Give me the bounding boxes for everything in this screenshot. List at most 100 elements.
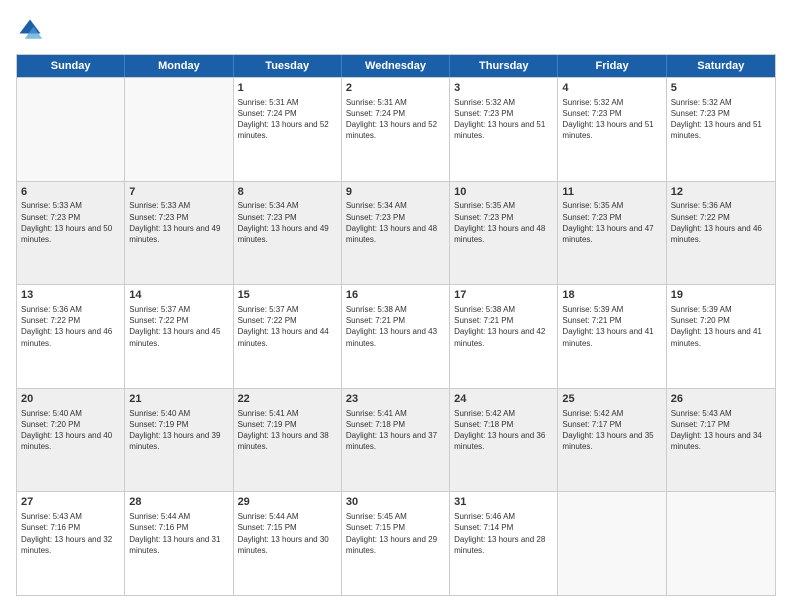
cell-content: Sunrise: 5:38 AM Sunset: 7:21 PM Dayligh… bbox=[454, 304, 553, 349]
calendar-cell-day-4: 4Sunrise: 5:32 AM Sunset: 7:23 PM Daylig… bbox=[558, 78, 666, 181]
cell-content: Sunrise: 5:36 AM Sunset: 7:22 PM Dayligh… bbox=[671, 200, 771, 245]
calendar-cell-day-21: 21Sunrise: 5:40 AM Sunset: 7:19 PM Dayli… bbox=[125, 389, 233, 492]
calendar-cell-day-30: 30Sunrise: 5:45 AM Sunset: 7:15 PM Dayli… bbox=[342, 492, 450, 595]
calendar-cell-day-31: 31Sunrise: 5:46 AM Sunset: 7:14 PM Dayli… bbox=[450, 492, 558, 595]
calendar-row-3: 20Sunrise: 5:40 AM Sunset: 7:20 PM Dayli… bbox=[17, 388, 775, 492]
calendar-cell-day-23: 23Sunrise: 5:41 AM Sunset: 7:18 PM Dayli… bbox=[342, 389, 450, 492]
day-number: 4 bbox=[562, 81, 661, 96]
cell-content: Sunrise: 5:31 AM Sunset: 7:24 PM Dayligh… bbox=[238, 97, 337, 142]
header-day-wednesday: Wednesday bbox=[342, 55, 450, 77]
logo-icon bbox=[16, 16, 44, 44]
calendar-cell-day-7: 7Sunrise: 5:33 AM Sunset: 7:23 PM Daylig… bbox=[125, 182, 233, 285]
calendar-cell-day-20: 20Sunrise: 5:40 AM Sunset: 7:20 PM Dayli… bbox=[17, 389, 125, 492]
calendar-cell-day-26: 26Sunrise: 5:43 AM Sunset: 7:17 PM Dayli… bbox=[667, 389, 775, 492]
calendar-cell-day-27: 27Sunrise: 5:43 AM Sunset: 7:16 PM Dayli… bbox=[17, 492, 125, 595]
calendar-cell-day-10: 10Sunrise: 5:35 AM Sunset: 7:23 PM Dayli… bbox=[450, 182, 558, 285]
day-number: 28 bbox=[129, 495, 228, 510]
calendar-cell-day-1: 1Sunrise: 5:31 AM Sunset: 7:24 PM Daylig… bbox=[234, 78, 342, 181]
cell-content: Sunrise: 5:46 AM Sunset: 7:14 PM Dayligh… bbox=[454, 511, 553, 556]
day-number: 15 bbox=[238, 288, 337, 303]
calendar-cell-day-28: 28Sunrise: 5:44 AM Sunset: 7:16 PM Dayli… bbox=[125, 492, 233, 595]
cell-content: Sunrise: 5:39 AM Sunset: 7:20 PM Dayligh… bbox=[671, 304, 771, 349]
cell-content: Sunrise: 5:41 AM Sunset: 7:18 PM Dayligh… bbox=[346, 408, 445, 453]
cell-content: Sunrise: 5:43 AM Sunset: 7:17 PM Dayligh… bbox=[671, 408, 771, 453]
day-number: 11 bbox=[562, 185, 661, 200]
cell-content: Sunrise: 5:32 AM Sunset: 7:23 PM Dayligh… bbox=[454, 97, 553, 142]
day-number: 19 bbox=[671, 288, 771, 303]
cell-content: Sunrise: 5:31 AM Sunset: 7:24 PM Dayligh… bbox=[346, 97, 445, 142]
calendar-cell-day-19: 19Sunrise: 5:39 AM Sunset: 7:20 PM Dayli… bbox=[667, 285, 775, 388]
calendar-cell-day-12: 12Sunrise: 5:36 AM Sunset: 7:22 PM Dayli… bbox=[667, 182, 775, 285]
cell-content: Sunrise: 5:33 AM Sunset: 7:23 PM Dayligh… bbox=[21, 200, 120, 245]
calendar-cell-day-29: 29Sunrise: 5:44 AM Sunset: 7:15 PM Dayli… bbox=[234, 492, 342, 595]
day-number: 24 bbox=[454, 392, 553, 407]
cell-content: Sunrise: 5:32 AM Sunset: 7:23 PM Dayligh… bbox=[562, 97, 661, 142]
cell-content: Sunrise: 5:42 AM Sunset: 7:18 PM Dayligh… bbox=[454, 408, 553, 453]
cell-content: Sunrise: 5:36 AM Sunset: 7:22 PM Dayligh… bbox=[21, 304, 120, 349]
calendar-cell-day-3: 3Sunrise: 5:32 AM Sunset: 7:23 PM Daylig… bbox=[450, 78, 558, 181]
cell-content: Sunrise: 5:37 AM Sunset: 7:22 PM Dayligh… bbox=[238, 304, 337, 349]
day-number: 22 bbox=[238, 392, 337, 407]
day-number: 21 bbox=[129, 392, 228, 407]
cell-content: Sunrise: 5:37 AM Sunset: 7:22 PM Dayligh… bbox=[129, 304, 228, 349]
day-number: 18 bbox=[562, 288, 661, 303]
calendar-body: 1Sunrise: 5:31 AM Sunset: 7:24 PM Daylig… bbox=[17, 77, 775, 595]
cell-content: Sunrise: 5:35 AM Sunset: 7:23 PM Dayligh… bbox=[454, 200, 553, 245]
day-number: 6 bbox=[21, 185, 120, 200]
header-day-saturday: Saturday bbox=[667, 55, 775, 77]
cell-content: Sunrise: 5:32 AM Sunset: 7:23 PM Dayligh… bbox=[671, 97, 771, 142]
day-number: 2 bbox=[346, 81, 445, 96]
day-number: 17 bbox=[454, 288, 553, 303]
day-number: 1 bbox=[238, 81, 337, 96]
calendar-cell-empty-4-5 bbox=[558, 492, 666, 595]
day-number: 16 bbox=[346, 288, 445, 303]
header-day-sunday: Sunday bbox=[17, 55, 125, 77]
cell-content: Sunrise: 5:40 AM Sunset: 7:20 PM Dayligh… bbox=[21, 408, 120, 453]
calendar-row-4: 27Sunrise: 5:43 AM Sunset: 7:16 PM Dayli… bbox=[17, 491, 775, 595]
calendar-cell-day-11: 11Sunrise: 5:35 AM Sunset: 7:23 PM Dayli… bbox=[558, 182, 666, 285]
calendar-cell-day-8: 8Sunrise: 5:34 AM Sunset: 7:23 PM Daylig… bbox=[234, 182, 342, 285]
cell-content: Sunrise: 5:40 AM Sunset: 7:19 PM Dayligh… bbox=[129, 408, 228, 453]
day-number: 20 bbox=[21, 392, 120, 407]
day-number: 3 bbox=[454, 81, 553, 96]
day-number: 13 bbox=[21, 288, 120, 303]
calendar-cell-empty-0-0 bbox=[17, 78, 125, 181]
header bbox=[16, 16, 776, 44]
cell-content: Sunrise: 5:44 AM Sunset: 7:16 PM Dayligh… bbox=[129, 511, 228, 556]
cell-content: Sunrise: 5:34 AM Sunset: 7:23 PM Dayligh… bbox=[346, 200, 445, 245]
cell-content: Sunrise: 5:42 AM Sunset: 7:17 PM Dayligh… bbox=[562, 408, 661, 453]
cell-content: Sunrise: 5:44 AM Sunset: 7:15 PM Dayligh… bbox=[238, 511, 337, 556]
day-number: 8 bbox=[238, 185, 337, 200]
cell-content: Sunrise: 5:39 AM Sunset: 7:21 PM Dayligh… bbox=[562, 304, 661, 349]
calendar-cell-day-15: 15Sunrise: 5:37 AM Sunset: 7:22 PM Dayli… bbox=[234, 285, 342, 388]
calendar-cell-day-14: 14Sunrise: 5:37 AM Sunset: 7:22 PM Dayli… bbox=[125, 285, 233, 388]
calendar-row-2: 13Sunrise: 5:36 AM Sunset: 7:22 PM Dayli… bbox=[17, 284, 775, 388]
cell-content: Sunrise: 5:34 AM Sunset: 7:23 PM Dayligh… bbox=[238, 200, 337, 245]
calendar-cell-empty-4-6 bbox=[667, 492, 775, 595]
calendar-header: SundayMondayTuesdayWednesdayThursdayFrid… bbox=[17, 55, 775, 77]
day-number: 27 bbox=[21, 495, 120, 510]
cell-content: Sunrise: 5:45 AM Sunset: 7:15 PM Dayligh… bbox=[346, 511, 445, 556]
day-number: 29 bbox=[238, 495, 337, 510]
calendar-cell-day-24: 24Sunrise: 5:42 AM Sunset: 7:18 PM Dayli… bbox=[450, 389, 558, 492]
day-number: 30 bbox=[346, 495, 445, 510]
calendar-cell-day-2: 2Sunrise: 5:31 AM Sunset: 7:24 PM Daylig… bbox=[342, 78, 450, 181]
cell-content: Sunrise: 5:38 AM Sunset: 7:21 PM Dayligh… bbox=[346, 304, 445, 349]
calendar-cell-day-22: 22Sunrise: 5:41 AM Sunset: 7:19 PM Dayli… bbox=[234, 389, 342, 492]
calendar: SundayMondayTuesdayWednesdayThursdayFrid… bbox=[16, 54, 776, 596]
cell-content: Sunrise: 5:43 AM Sunset: 7:16 PM Dayligh… bbox=[21, 511, 120, 556]
calendar-cell-day-17: 17Sunrise: 5:38 AM Sunset: 7:21 PM Dayli… bbox=[450, 285, 558, 388]
day-number: 10 bbox=[454, 185, 553, 200]
cell-content: Sunrise: 5:41 AM Sunset: 7:19 PM Dayligh… bbox=[238, 408, 337, 453]
day-number: 5 bbox=[671, 81, 771, 96]
calendar-row-0: 1Sunrise: 5:31 AM Sunset: 7:24 PM Daylig… bbox=[17, 77, 775, 181]
day-number: 26 bbox=[671, 392, 771, 407]
calendar-cell-day-5: 5Sunrise: 5:32 AM Sunset: 7:23 PM Daylig… bbox=[667, 78, 775, 181]
day-number: 7 bbox=[129, 185, 228, 200]
calendar-cell-day-9: 9Sunrise: 5:34 AM Sunset: 7:23 PM Daylig… bbox=[342, 182, 450, 285]
cell-content: Sunrise: 5:35 AM Sunset: 7:23 PM Dayligh… bbox=[562, 200, 661, 245]
day-number: 31 bbox=[454, 495, 553, 510]
calendar-cell-day-6: 6Sunrise: 5:33 AM Sunset: 7:23 PM Daylig… bbox=[17, 182, 125, 285]
logo bbox=[16, 16, 48, 44]
day-number: 9 bbox=[346, 185, 445, 200]
